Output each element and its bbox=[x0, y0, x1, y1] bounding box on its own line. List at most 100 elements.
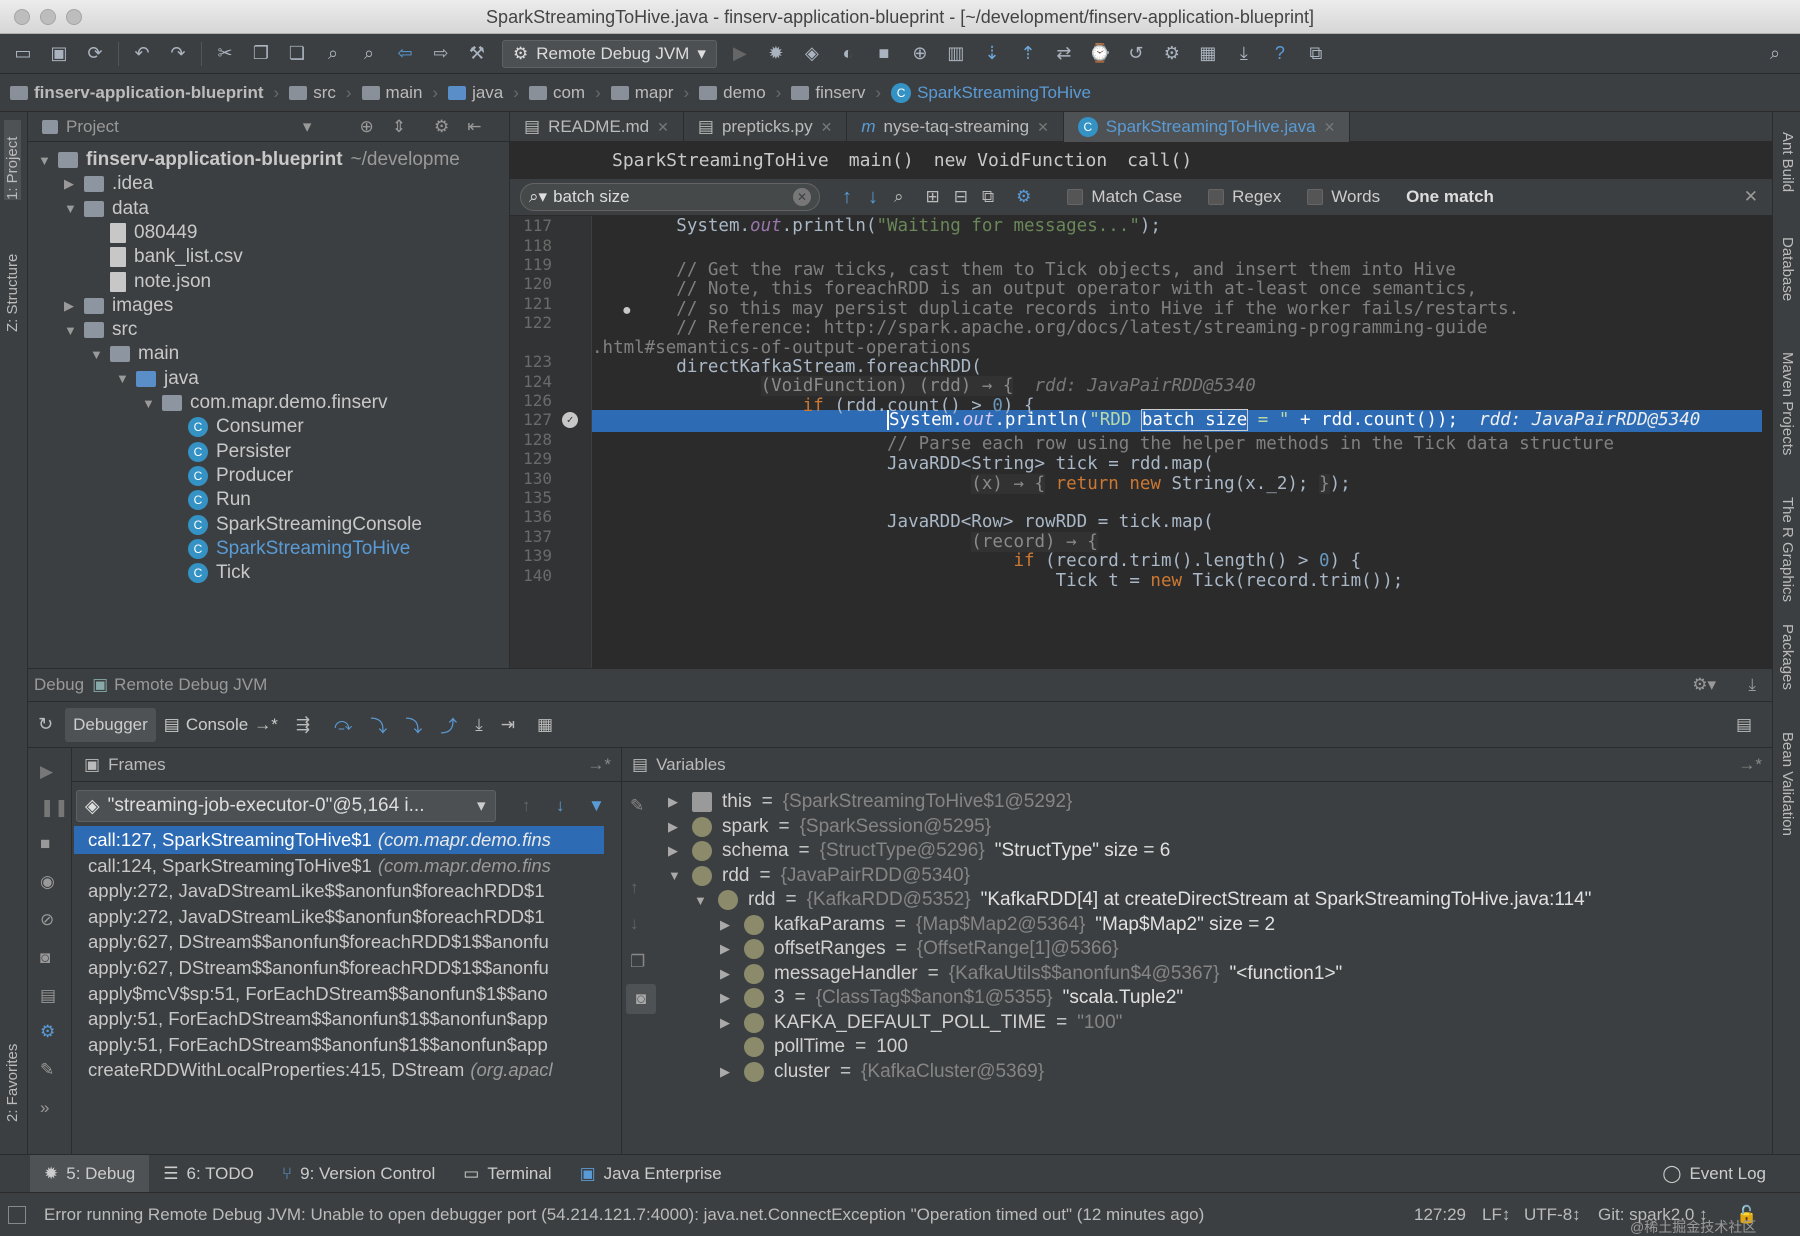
update-icon[interactable]: ⊕ bbox=[907, 41, 933, 67]
run-config-selector[interactable]: ⚙ Remote Debug JVM ▾ bbox=[502, 39, 717, 68]
tool-version-control[interactable]: ⑂ 9: Version Control bbox=[268, 1155, 449, 1193]
close-icon[interactable]: ✕ bbox=[1037, 119, 1049, 136]
stack-frame[interactable]: apply:272, JavaDStreamLike$$anonfun$fore… bbox=[74, 877, 604, 905]
collapsed-arrow-icon[interactable]: ▶ bbox=[720, 917, 734, 933]
caret-position[interactable]: 127:29 bbox=[1414, 1205, 1466, 1225]
search-icon[interactable]: ⌕▾ bbox=[529, 187, 547, 207]
vcs-compare-icon[interactable]: ⇄ bbox=[1051, 41, 1077, 67]
debug-icon[interactable]: ✹ bbox=[763, 41, 789, 67]
stop-icon[interactable]: ■ bbox=[40, 834, 50, 854]
vcs-commit-icon[interactable]: ⇡ bbox=[1015, 41, 1041, 67]
nav-crumb-java[interactable]: java bbox=[438, 83, 513, 103]
open-folder-icon[interactable]: ▭ bbox=[10, 41, 36, 67]
view-breakpoints-icon[interactable]: ◉ bbox=[40, 872, 55, 892]
settings-icon[interactable]: ⚙ bbox=[40, 1022, 55, 1042]
nav-crumb-demo[interactable]: demo bbox=[689, 83, 776, 103]
drop-frame-icon[interactable]: ⤓ bbox=[475, 715, 483, 735]
expanded-arrow-icon[interactable]: ▼ bbox=[668, 868, 682, 883]
expanded-arrow-icon[interactable]: ▼ bbox=[38, 153, 51, 168]
search-everywhere-icon[interactable]: ⌕ bbox=[1762, 41, 1788, 67]
filter-settings-icon[interactable]: ⚙ bbox=[1016, 187, 1031, 207]
stack-frame[interactable]: apply:51, ForEachDStream$$anonfun$1$$ano… bbox=[74, 1031, 604, 1059]
layout-icon[interactable]: ▤ bbox=[40, 986, 56, 1006]
close-icon[interactable]: ✕ bbox=[821, 119, 833, 136]
ant-build-tab[interactable]: Ant Build bbox=[1779, 132, 1796, 222]
tab-prepticks[interactable]: ▤ prepticks.py ✕ bbox=[684, 112, 848, 142]
nav-crumb-main[interactable]: main bbox=[352, 83, 433, 103]
tab-readme[interactable]: ▤ README.md ✕ bbox=[510, 112, 684, 142]
variable-row[interactable]: ▶ cluster = {KafkaCluster@5369} bbox=[720, 1058, 1044, 1086]
back-icon[interactable]: ⇦ bbox=[392, 41, 418, 67]
tab-nyse-taq-streaming[interactable]: m nyse-taq-streaming ✕ bbox=[847, 112, 1064, 142]
settings-icon[interactable]: ⚙ bbox=[1159, 41, 1185, 67]
breakpoint-icon[interactable]: ✓ bbox=[562, 412, 578, 428]
hide-panel-icon[interactable]: ⇤ bbox=[467, 117, 481, 137]
find-all-icon[interactable]: ⌕ bbox=[894, 187, 904, 207]
presentation-icon[interactable]: ⧉ bbox=[1303, 41, 1329, 67]
collapsed-arrow-icon[interactable]: ▶ bbox=[720, 941, 734, 957]
collapsed-arrow-icon[interactable]: ▶ bbox=[668, 819, 682, 835]
maven-projects-tab[interactable]: Maven Projects bbox=[1779, 352, 1796, 472]
camera-icon[interactable]: ◙ bbox=[40, 948, 50, 968]
expanded-arrow-icon[interactable]: ▼ bbox=[694, 893, 708, 908]
project-view-selector[interactable]: Project bbox=[66, 117, 119, 137]
packages-tab[interactable]: Packages bbox=[1779, 624, 1796, 704]
debug-session-name[interactable]: Remote Debug JVM bbox=[114, 675, 267, 695]
collapsed-arrow-icon[interactable]: ▶ bbox=[64, 298, 76, 314]
help-icon[interactable]: ? bbox=[1267, 41, 1293, 67]
tool-terminal[interactable]: ▭ Terminal bbox=[449, 1155, 565, 1193]
more-icon[interactable]: » bbox=[40, 1098, 49, 1118]
show-execution-point-icon[interactable]: ⇶ bbox=[296, 715, 310, 735]
step-over-icon[interactable]: ⤼ bbox=[334, 715, 352, 735]
up-frame-icon[interactable]: ↑ bbox=[522, 796, 531, 816]
pin-tab-icon[interactable]: →* bbox=[587, 755, 611, 775]
move-down-icon[interactable]: ↓ bbox=[630, 914, 639, 934]
structure-tool-tab[interactable]: Z: Structure bbox=[4, 222, 21, 332]
cut-icon[interactable]: ✂ bbox=[212, 41, 238, 67]
tool-java-enterprise[interactable]: ▣ Java Enterprise bbox=[566, 1155, 736, 1193]
expanded-arrow-icon[interactable]: ▼ bbox=[90, 347, 103, 362]
hide-icon[interactable]: ⤓ bbox=[1748, 675, 1756, 695]
save-all-icon[interactable]: ▣ bbox=[46, 41, 72, 67]
stack-frame[interactable]: apply:51, ForEachDStream$$anonfun$1$$ano… bbox=[74, 1005, 604, 1033]
add-selection-icon[interactable]: ⊞ bbox=[926, 187, 940, 207]
find-input[interactable]: ⌕▾ batch size ✕ bbox=[520, 183, 820, 211]
gear-icon[interactable]: ⚙ bbox=[434, 117, 449, 137]
stop-icon[interactable]: ■ bbox=[871, 41, 897, 67]
project-tool-tab[interactable]: 1: Project bbox=[4, 120, 21, 200]
nav-crumb-finserv[interactable]: finserv bbox=[781, 83, 875, 103]
find-icon[interactable]: ⌕ bbox=[320, 41, 346, 67]
regex-checkbox[interactable]: Regex bbox=[1208, 187, 1281, 207]
code-view[interactable]: System.out.println("Waiting for messages… bbox=[592, 216, 1762, 668]
close-icon[interactable]: ✕ bbox=[657, 119, 669, 136]
tool-event-log[interactable]: ◯ Event Log bbox=[1648, 1155, 1780, 1193]
stack-frame[interactable]: call:124, SparkStreamingToHive$1 (com.map… bbox=[74, 852, 604, 880]
undo-icon[interactable]: ↶ bbox=[129, 41, 155, 67]
clear-search-icon[interactable]: ✕ bbox=[793, 188, 811, 206]
collapsed-arrow-icon[interactable]: ▶ bbox=[720, 990, 734, 1006]
stack-frame[interactable]: apply:272, JavaDStreamLike$$anonfun$fore… bbox=[74, 903, 604, 931]
sync-icon[interactable]: ⟳ bbox=[82, 41, 108, 67]
scroll-from-source-icon[interactable]: ⊕ bbox=[359, 117, 373, 137]
stack-frame[interactable]: apply:627, DStream$$anonfun$foreachRDD$1… bbox=[74, 954, 604, 982]
nav-crumb-src[interactable]: src bbox=[279, 83, 346, 103]
tool-todo[interactable]: ☰ 6: TODO bbox=[149, 1155, 268, 1193]
resume-icon[interactable]: ▶ bbox=[40, 762, 53, 782]
nav-crumb-class[interactable]: C SparkStreamingToHive bbox=[881, 82, 1101, 103]
r-graphics-tab[interactable]: The R Graphics bbox=[1779, 497, 1796, 617]
nav-crumb-mapr[interactable]: mapr bbox=[601, 83, 684, 103]
breadcrumb-method[interactable]: main() bbox=[849, 150, 914, 171]
collapsed-arrow-icon[interactable]: ▶ bbox=[668, 794, 682, 810]
expanded-arrow-icon[interactable]: ▼ bbox=[64, 201, 77, 216]
stack-frame[interactable]: apply$mcV$sp:51, ForEachDStream$$anonfun… bbox=[74, 980, 604, 1008]
nav-crumb-com[interactable]: com bbox=[519, 83, 595, 103]
breadcrumb-class[interactable]: SparkStreamingToHive bbox=[612, 150, 829, 171]
collapsed-arrow-icon[interactable]: ▶ bbox=[720, 966, 734, 982]
lightbulb-icon[interactable]: ● bbox=[622, 302, 632, 320]
favorites-tool-tab[interactable]: 2: Favorites bbox=[4, 1012, 21, 1122]
collapse-all-icon[interactable]: ⇕ bbox=[392, 117, 406, 137]
sdk-icon[interactable]: ▥ bbox=[943, 41, 969, 67]
close-find-icon[interactable]: ✕ bbox=[1744, 187, 1758, 207]
project-structure-icon[interactable]: ▦ bbox=[1195, 41, 1221, 67]
revert-icon[interactable]: ↺ bbox=[1123, 41, 1149, 67]
